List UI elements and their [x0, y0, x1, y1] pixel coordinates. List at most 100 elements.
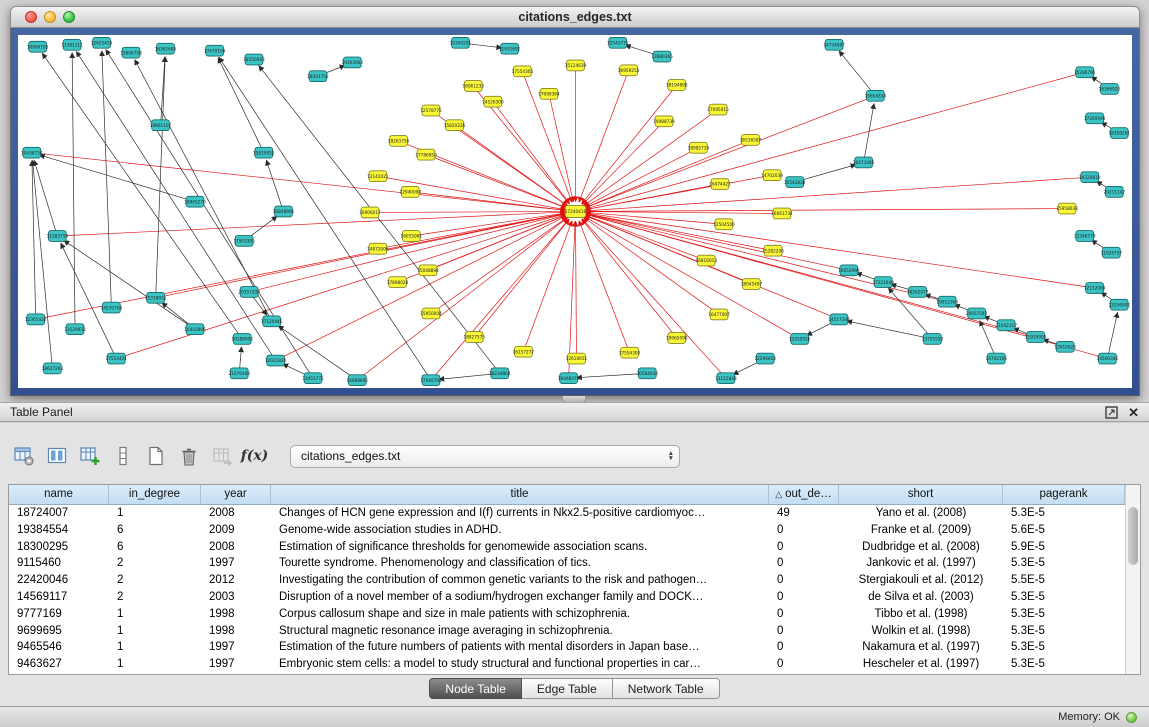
window-titlebar[interactable]: citations_edges.txt [10, 6, 1140, 28]
graph-node[interactable]: 14702106 [986, 353, 1008, 364]
graph-node[interactable]: 15958038 [1056, 203, 1078, 214]
column-header-title[interactable]: title [271, 485, 769, 504]
graph-node[interactable]: 10990183 [27, 41, 49, 52]
graph-node[interactable]: 12152084 [1084, 283, 1106, 294]
graph-node[interactable]: 11919009 [1025, 332, 1047, 343]
graph-node[interactable]: 18358261 [1108, 128, 1130, 139]
graph-node[interactable]: 11431692 [499, 43, 521, 54]
graph-node[interactable]: 11381111 [61, 39, 83, 50]
graph-node[interactable]: 18234864 [489, 368, 511, 379]
table-row[interactable]: 969969511998Structural magnetic resonanc… [9, 623, 1125, 640]
tab-edge-table[interactable]: Edge Table [522, 678, 613, 699]
graph-node[interactable]: 17046704 [420, 375, 442, 386]
graph-node[interactable]: 20057542 [966, 308, 988, 319]
row-icon[interactable] [109, 443, 136, 470]
graph-node[interactable]: 19012368 [936, 296, 958, 307]
minimize-window-button[interactable] [44, 11, 56, 23]
column-header-short[interactable]: short [839, 485, 1003, 504]
table-selector[interactable]: citations_edges.txt ▲▼ [290, 445, 680, 468]
graph-node[interactable]: 16157277 [513, 346, 535, 357]
graph-node[interactable]: 12296654 [754, 353, 776, 364]
graph-node[interactable]: 15542838 [784, 177, 806, 188]
table-row[interactable]: 946362711997Embryonic stem cells: a mode… [9, 656, 1125, 673]
delete-table-icon[interactable] [175, 443, 202, 470]
graph-node[interactable]: 14872006 [367, 243, 389, 254]
column-header-year[interactable]: year [201, 485, 271, 504]
graph-node[interactable]: 15950004 [420, 308, 442, 319]
graph-node[interactable]: 10340291 [450, 37, 472, 48]
graph-node[interactable]: 17898028 [387, 277, 409, 288]
graph-node[interactable]: 18045497 [741, 279, 763, 290]
graph-node[interactable]: 13455775 [302, 373, 324, 384]
scrollbar-thumb[interactable] [1128, 507, 1138, 565]
graph-node[interactable]: 17554305 [512, 66, 534, 77]
graph-node[interactable]: 12610628 [1054, 341, 1076, 352]
graph-node[interactable]: 12625453 [91, 37, 113, 48]
close-window-button[interactable] [25, 11, 37, 23]
graph-node[interactable]: 17553421 [106, 353, 128, 364]
graph-node[interactable]: 17095015 [707, 104, 729, 115]
graph-node[interactable]: 15286791 [1074, 67, 1096, 78]
graph-node[interactable]: 16477007 [708, 309, 730, 320]
graph-node[interactable]: 13256908 [1108, 299, 1130, 310]
zoom-window-button[interactable] [63, 11, 75, 23]
graph-node[interactable]: 11026757 [1101, 247, 1123, 258]
graph-node[interactable]: 16362683 [155, 43, 177, 54]
graph-node[interactable]: 15654334 [865, 90, 887, 101]
graph-node[interactable]: 19965098 [666, 333, 688, 344]
graph-node[interactable]: 14500346 [1097, 353, 1119, 364]
graph-node[interactable]: 21346779 [1074, 231, 1096, 242]
graph-node[interactable]: 15282206 [762, 245, 784, 256]
graph-node[interactable]: 21076408 [228, 368, 250, 379]
table-scrollbar[interactable] [1125, 485, 1140, 674]
graph-node[interactable]: 17786950 [415, 149, 437, 160]
graph-node[interactable]: 19303062 [342, 57, 364, 68]
graph-node[interactable]: 14517348 [828, 314, 850, 325]
graph-node[interactable]: 15048898 [417, 265, 439, 276]
create-column-icon[interactable] [76, 443, 103, 470]
graph-node[interactable]: 10438734 [21, 147, 43, 158]
column-header-pagerank[interactable]: pagerank [1003, 485, 1125, 504]
graph-node[interactable]: 14734997 [823, 39, 845, 50]
graph-node[interactable]: 19320810 [1079, 172, 1101, 183]
graph-node[interactable]: 16816013 [696, 255, 718, 266]
graph-node[interactable]: 16055061 [401, 231, 423, 242]
graph-node[interactable]: 15829955 [253, 147, 275, 158]
graph-node[interactable]: 16848906 [273, 206, 295, 217]
graph-node[interactable]: 12578775 [420, 105, 442, 116]
graph-node[interactable]: 14702039 [761, 170, 783, 181]
network-canvas[interactable]: 16061734 15282206 18045497 16477007 19965098… [18, 35, 1132, 388]
graph-node[interactable]: 12940098 [400, 186, 422, 197]
graph-node[interactable]: 18550563 [243, 54, 265, 65]
graph-node[interactable]: 16061734 [771, 208, 793, 219]
close-panel-icon[interactable]: ✕ [1128, 406, 1139, 419]
graph-node[interactable]: 12142021 [367, 171, 389, 182]
graph-node[interactable]: 18827575 [463, 332, 485, 343]
show-columns-icon[interactable] [43, 443, 70, 470]
graph-node[interactable]: 14988806 [346, 375, 368, 386]
table-row[interactable]: 2242004622012Investigating the contribut… [9, 572, 1125, 589]
table-row[interactable]: 1830029562008Estimation of significance … [9, 539, 1125, 556]
graph-node[interactable]: 19861107 [150, 120, 172, 131]
graph-node[interactable]: 16959253 [618, 65, 640, 76]
graph-node[interactable]: 17470104 [204, 45, 226, 56]
column-header-in_degree[interactable]: in_degree [109, 485, 201, 504]
table-row[interactable]: 1872400712008Changes of HCN gene express… [9, 505, 1125, 522]
graph-node[interactable]: 12610651 [566, 353, 588, 364]
table-row[interactable]: 1456911722003Disruption of a novel membe… [9, 589, 1125, 606]
graph-node[interactable]: 15006798 [120, 47, 142, 58]
function-builder-icon[interactable]: f(x) [241, 443, 268, 470]
graph-node[interactable]: 17240416 [565, 206, 587, 218]
graph-node[interactable]: 19498376 [558, 373, 580, 384]
float-panel-icon[interactable] [1105, 406, 1118, 419]
graph-node[interactable]: 16473480 [853, 157, 875, 168]
table-row[interactable]: 911546021997Tourette syndrome. Phenomeno… [9, 555, 1125, 572]
graph-node[interactable]: 17221848 [872, 277, 894, 288]
graph-node[interactable]: 19088739 [653, 116, 675, 127]
graph-node[interactable]: 16061233 [462, 81, 484, 92]
column-header-out_degree[interactable]: △out_de… [769, 485, 839, 504]
graph-node[interactable]: 16906017 [359, 207, 381, 218]
graph-node[interactable]: 18945270 [184, 196, 206, 207]
graph-node[interactable]: 20584034 [637, 368, 659, 379]
graph-node[interactable]: 20357209 [238, 287, 260, 298]
